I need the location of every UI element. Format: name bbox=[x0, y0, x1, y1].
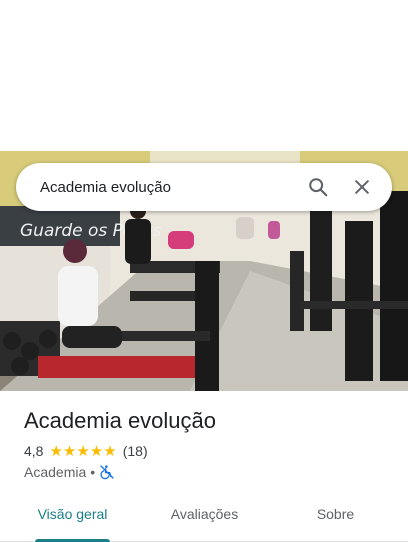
search-button[interactable] bbox=[300, 169, 336, 205]
rating-value: 4,8 bbox=[24, 443, 44, 459]
category-row: Academia • bbox=[24, 464, 392, 480]
rating-stars-icon: ★★★★★ bbox=[49, 443, 117, 460]
tab-about[interactable]: Sobre bbox=[283, 490, 388, 538]
tab-reviews[interactable]: Avaliações bbox=[152, 490, 257, 538]
search-bar[interactable]: Academia evolução bbox=[16, 163, 392, 211]
rating-row[interactable]: 4,8 ★★★★★ (18) bbox=[24, 442, 392, 460]
place-title: Academia evolução bbox=[24, 408, 217, 433]
place-category: Academia bbox=[24, 464, 87, 480]
close-icon bbox=[355, 180, 369, 194]
tab-bar: Visão geral Avaliações Sobre bbox=[0, 490, 408, 542]
no-wheelchair-access-icon bbox=[100, 465, 114, 480]
clear-search-button[interactable] bbox=[344, 169, 380, 205]
search-input[interactable]: Academia evolução bbox=[40, 179, 292, 196]
tab-overview[interactable]: Visão geral bbox=[20, 490, 125, 538]
review-count[interactable]: (18) bbox=[123, 443, 148, 459]
search-icon bbox=[309, 178, 328, 197]
place-info: Academia evolução 4,8 ★★★★★ (18) Academi… bbox=[24, 406, 392, 480]
separator-dot: • bbox=[90, 464, 96, 480]
